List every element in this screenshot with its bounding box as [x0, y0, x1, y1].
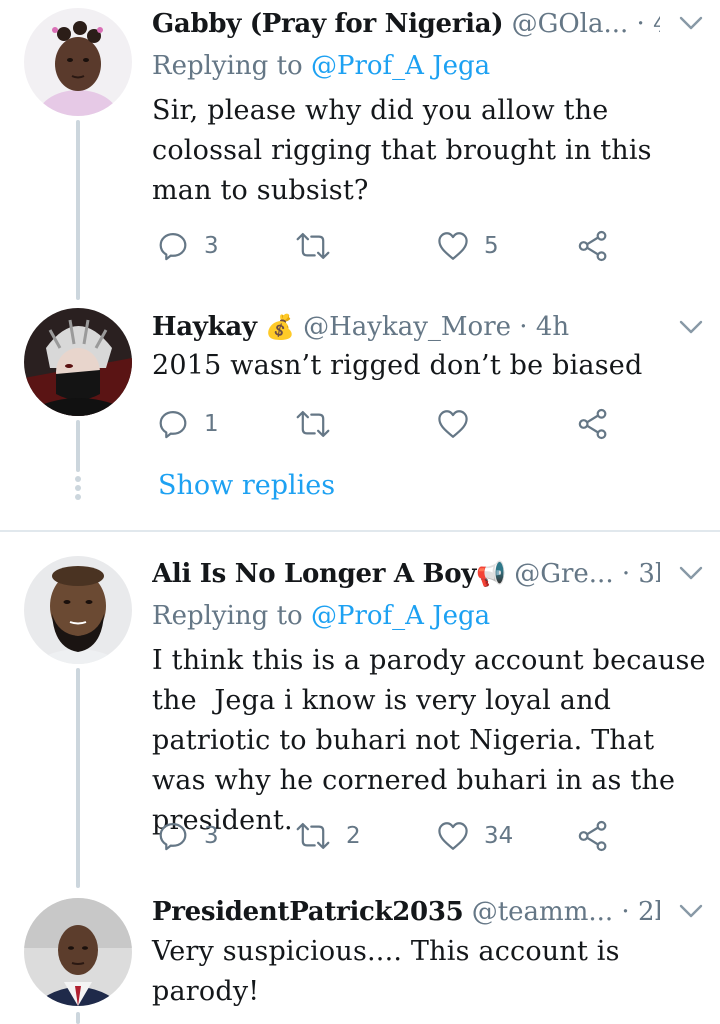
chevron-down-icon[interactable]	[676, 896, 706, 926]
avatar[interactable]	[24, 8, 132, 116]
thread-line	[76, 420, 80, 472]
like-button[interactable]	[436, 404, 484, 444]
mention-link[interactable]: @Prof_A Jega	[311, 601, 490, 631]
display-name[interactable]: Haykay	[152, 312, 257, 342]
chevron-down-icon[interactable]	[676, 8, 706, 38]
tweet-text: Very suspicious.... This account is paro…	[152, 936, 620, 1007]
thread-dots	[74, 476, 82, 503]
display-name[interactable]: PresidentPatrick2035	[152, 897, 464, 927]
user-handle[interactable]: @Haykay_More	[303, 312, 511, 342]
replying-prefix: Replying to	[152, 51, 311, 81]
share-button[interactable]	[576, 226, 610, 266]
tweet-actions: 3 5	[152, 226, 632, 266]
tweet-header: Ali Is No Longer A Boy📢 @Gre... · 3h	[152, 556, 660, 592]
reply-button[interactable]: 3	[156, 816, 219, 856]
timestamp[interactable]: 4h	[653, 9, 660, 39]
reply-button[interactable]: 3	[156, 226, 219, 266]
timestamp[interactable]: 4h	[536, 312, 569, 342]
chevron-down-icon[interactable]	[676, 312, 706, 342]
like-icon	[436, 819, 470, 853]
reply-count: 1	[204, 411, 219, 437]
reply-icon	[156, 407, 190, 441]
megaphone-icon: 📢	[476, 560, 506, 588]
mention-link[interactable]: @Prof_A Jega	[311, 51, 490, 81]
thread-line	[76, 120, 80, 300]
timestamp[interactable]: 2h	[638, 897, 660, 927]
like-count: 34	[484, 823, 514, 849]
tweet-text: I think this is a parody account because…	[152, 645, 715, 836]
tweet[interactable]: Haykay 💰 @Haykay_More · 4h 2015 wasn’t r…	[0, 300, 720, 530]
user-handle[interactable]: @Gre...	[514, 559, 613, 589]
retweet-button[interactable]	[294, 226, 346, 266]
separator-dot: ·	[621, 559, 631, 589]
tweet-text: 2015 wasn’t rigged don’t be biased	[152, 350, 643, 381]
show-replies-link[interactable]: Show replies	[158, 466, 335, 506]
replying-to: Replying to @Prof_A Jega	[152, 598, 490, 634]
display-name[interactable]: Ali Is No Longer A Boy	[152, 559, 476, 589]
like-button[interactable]: 34	[436, 816, 513, 856]
reply-button[interactable]: 1	[156, 404, 219, 444]
thread-line	[76, 668, 80, 888]
share-icon	[576, 819, 610, 853]
display-name[interactable]: Gabby (Pray for Nigeria)	[152, 9, 504, 39]
thread-line	[76, 1012, 80, 1024]
tweet-actions: 3 2 34	[152, 816, 632, 856]
reply-count: 3	[204, 823, 219, 849]
avatar[interactable]	[24, 556, 132, 664]
share-button[interactable]	[576, 816, 610, 856]
separator-dot: ·	[621, 897, 630, 927]
tweet-actions: 1	[152, 404, 632, 444]
share-icon	[576, 229, 610, 263]
chevron-down-icon[interactable]	[676, 558, 706, 588]
separator-dot: ·	[636, 9, 645, 39]
like-icon	[436, 407, 470, 441]
like-button[interactable]: 5	[436, 226, 499, 266]
tweet-text: Sir, please why did you allow the coloss…	[152, 95, 652, 206]
avatar[interactable]	[24, 898, 132, 1006]
share-button[interactable]	[576, 404, 610, 444]
retweet-button[interactable]: 2	[294, 816, 361, 856]
replying-prefix: Replying to	[152, 601, 311, 631]
tweet[interactable]: Ali Is No Longer A Boy📢 @Gre... · 3h Rep…	[0, 548, 720, 888]
retweet-icon	[294, 229, 332, 263]
replying-to: Replying to @Prof_A Jega	[152, 48, 490, 84]
retweet-icon	[294, 407, 332, 441]
avatar[interactable]	[24, 308, 132, 416]
tweet-header: Haykay 💰 @Haykay_More · 4h	[152, 309, 660, 345]
timestamp[interactable]: 3h	[638, 559, 660, 589]
tweet-header: PresidentPatrick2035 @teamm... · 2h	[152, 894, 660, 930]
user-handle[interactable]: @teamm...	[472, 897, 613, 927]
like-icon	[436, 229, 470, 263]
reply-icon	[156, 819, 190, 853]
tweet[interactable]: Gabby (Pray for Nigeria) @GOla... · 4h R…	[0, 0, 720, 300]
moneybag-icon: 💰	[264, 313, 295, 341]
separator-dot: ·	[519, 312, 528, 342]
tweet-header: Gabby (Pray for Nigeria) @GOla... · 4h	[152, 6, 660, 42]
share-icon	[576, 407, 610, 441]
thread-divider	[0, 530, 720, 532]
retweet-button[interactable]	[294, 404, 346, 444]
reply-icon	[156, 229, 190, 263]
retweet-icon	[294, 819, 332, 853]
retweet-count: 2	[346, 823, 361, 849]
like-count: 5	[484, 233, 499, 259]
tweet[interactable]: PresidentPatrick2035 @teamm... · 2h Very…	[0, 888, 720, 1024]
user-handle[interactable]: @GOla...	[512, 9, 629, 39]
reply-count: 3	[204, 233, 219, 259]
